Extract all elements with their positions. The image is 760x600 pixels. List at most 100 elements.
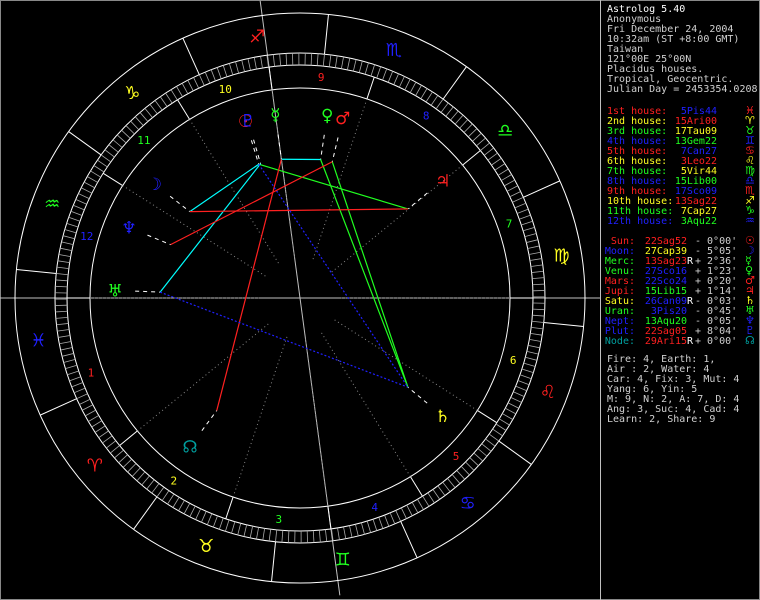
- degree-tick: [144, 108, 153, 118]
- sign-boundary: [400, 521, 418, 559]
- degree-tick: [352, 59, 357, 72]
- degree-tick: [523, 362, 536, 367]
- degree-tick: [172, 497, 180, 508]
- degree-tick: [156, 486, 165, 498]
- zodiac-sign-icon: ♋: [460, 493, 476, 514]
- zodiac-sign-icon: ♍: [553, 245, 569, 266]
- degree-tick: [467, 128, 478, 138]
- sign-boundary: [543, 321, 584, 327]
- planet-label: Node:: [604, 336, 635, 347]
- degree-tick: [134, 116, 144, 126]
- degree-tick: [465, 461, 475, 471]
- degree-tick: [112, 139, 123, 148]
- degree-tick: [532, 308, 545, 311]
- degree-tick: [256, 527, 259, 540]
- degree-tick: [495, 423, 507, 431]
- degree-tick: [93, 165, 105, 173]
- degree-tick: [328, 54, 332, 67]
- degree-tick: [167, 493, 175, 505]
- info-panel: Astrolog 5.40 Anonymous Fri December 24,…: [600, 0, 760, 600]
- degree-tick: [341, 56, 344, 69]
- degree-tick: [125, 125, 135, 135]
- planet-pointer: [250, 140, 260, 165]
- house-cusp-line: [177, 99, 191, 120]
- degree-tick: [57, 329, 70, 332]
- stat-line: Learn: 2, Share: 9: [607, 414, 716, 425]
- degree-tick: [253, 57, 257, 70]
- degree-tick: [193, 77, 200, 89]
- degree-tick: [218, 517, 224, 530]
- planet-icon: ☊: [745, 334, 755, 347]
- house-label: 12th house:: [607, 216, 674, 227]
- zodiac-sign-icon: ♓: [30, 331, 46, 352]
- house-cusp-line: [327, 506, 332, 530]
- degree-tick: [149, 104, 158, 115]
- zodiac-sign-icon: ♏: [386, 40, 402, 61]
- house-cusp-line: [225, 496, 234, 520]
- zodiac-sign-icon: ♈: [87, 456, 103, 477]
- degree-tick: [106, 440, 117, 449]
- house-cusp-line: [102, 172, 123, 187]
- degree-tick: [262, 528, 266, 541]
- degree-tick: [400, 507, 407, 519]
- degree-tick: [406, 504, 413, 516]
- house-cusp-dotted: [232, 335, 288, 498]
- sign-boundary: [523, 180, 561, 198]
- aspect-line: [189, 208, 409, 213]
- degree-tick: [310, 53, 313, 66]
- degree-tick: [231, 521, 236, 534]
- degree-tick: [187, 80, 194, 92]
- degree-tick: [70, 210, 83, 216]
- degree-tick: [440, 102, 449, 113]
- degree-tick: [395, 510, 402, 522]
- house-number: 6: [510, 354, 517, 367]
- degree-tick: [476, 137, 486, 147]
- zodiac-sign-icon: ♉: [198, 536, 214, 557]
- house-number: 2: [170, 475, 177, 488]
- degree-tick: [430, 95, 439, 106]
- house-number: 9: [318, 71, 325, 84]
- degree-tick: [417, 499, 424, 510]
- house-number: 11: [137, 134, 150, 147]
- degree-tick: [285, 53, 288, 66]
- planet-row: Node: 29Ari15 R + 0°00' ☊: [604, 334, 757, 347]
- aspect-line: [159, 163, 262, 293]
- degree-tick: [415, 85, 422, 96]
- degree-tick: [141, 475, 150, 486]
- degree-tick: [73, 204, 85, 211]
- zodiac-sign-icon: ♐: [249, 26, 265, 47]
- degree-tick: [268, 529, 272, 542]
- degree-tick: [98, 430, 109, 439]
- degree-tick: [509, 191, 521, 198]
- degree-tick: [445, 106, 454, 117]
- degree-tick: [228, 63, 234, 76]
- degree-tick: [82, 404, 94, 411]
- degree-tick: [60, 247, 72, 252]
- planet-latitude: + 0°00': [695, 336, 738, 347]
- degree-tick: [56, 323, 69, 326]
- degree-tick: [91, 420, 103, 428]
- degree-tick: [514, 202, 527, 209]
- degree-tick: [531, 326, 544, 330]
- house-number: 10: [219, 83, 232, 96]
- degree-tick: [485, 438, 496, 447]
- house-number: 8: [423, 109, 430, 122]
- degree-tick: [473, 452, 484, 462]
- degree-tick: [83, 181, 95, 189]
- degree-tick: [337, 527, 340, 540]
- degree-tick: [527, 245, 540, 249]
- degree-tick: [364, 62, 369, 75]
- degree-tick: [532, 283, 545, 286]
- degree-tick: [506, 185, 518, 192]
- degree-tick: [55, 310, 68, 313]
- planet-glyph-icon: ☽: [147, 175, 162, 195]
- aspect-line: [320, 159, 409, 388]
- degree-tick: [346, 58, 351, 70]
- degree-tick: [318, 530, 321, 543]
- degree-tick: [384, 514, 390, 527]
- degree-tick: [121, 129, 131, 139]
- planet-glyph-icon: ♃: [435, 171, 450, 191]
- degree-tick: [372, 519, 378, 531]
- degree-tick: [521, 220, 533, 226]
- house-cusp-line: [409, 476, 423, 497]
